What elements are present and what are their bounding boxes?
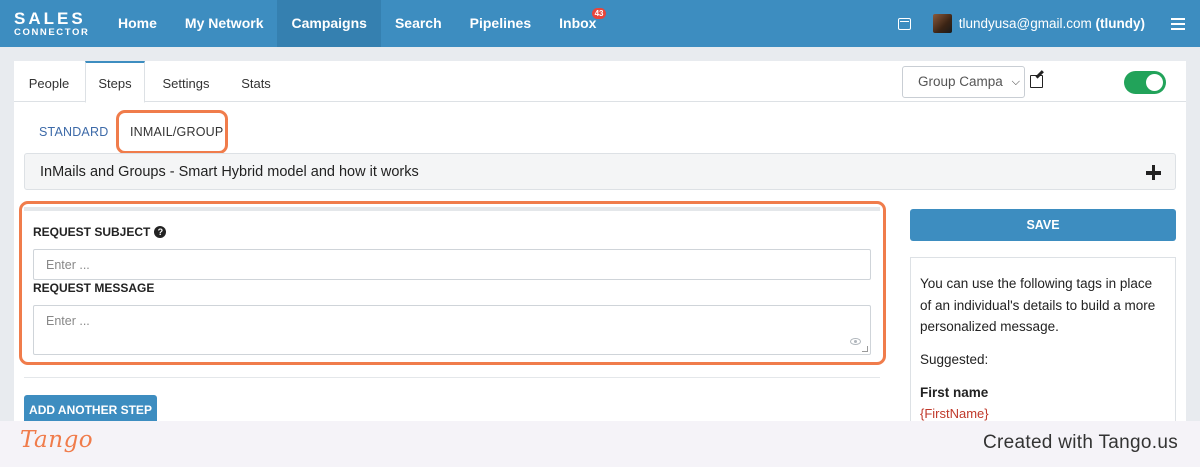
edit-icon[interactable] xyxy=(1030,75,1043,88)
plus-icon[interactable] xyxy=(1146,165,1161,180)
nav-inbox-label: Inbox xyxy=(559,15,597,31)
add-another-step-button[interactable]: ADD ANOTHER STEP xyxy=(24,395,157,421)
tango-logo: Tango xyxy=(20,427,94,453)
tab-people[interactable]: People xyxy=(14,61,84,102)
nav-inbox[interactable]: Inbox 43 xyxy=(545,0,610,47)
tab-settings[interactable]: Settings xyxy=(150,61,222,102)
tag-first-name-label: First name xyxy=(920,384,989,400)
tags-suggested-heading: Suggested: xyxy=(920,351,989,367)
sales-connector-logo[interactable]: SALES CONNECTOR xyxy=(14,10,89,38)
subtab-standard[interactable]: STANDARD xyxy=(39,125,108,139)
user-email: tlundyusa@gmail.com xyxy=(958,16,1092,31)
tags-intro: You can use the following tags in place … xyxy=(920,276,1156,334)
avatar[interactable] xyxy=(932,14,952,33)
tab-stats[interactable]: Stats xyxy=(228,61,284,102)
tags-help-panel: You can use the following tags in place … xyxy=(910,257,1176,421)
nav-my-network[interactable]: My Network xyxy=(171,0,278,47)
highlight-inmail-tab xyxy=(116,110,228,154)
hamburger-menu-icon[interactable] xyxy=(1171,17,1185,30)
accordion-title: InMails and Groups - Smart Hybrid model … xyxy=(40,164,419,180)
created-with-tango: Created with Tango.us xyxy=(982,432,1178,453)
main-nav: Home My Network Campaigns Search Pipelin… xyxy=(104,0,610,47)
logo-line-2: CONNECTOR xyxy=(14,27,90,38)
calendar-icon[interactable] xyxy=(897,17,911,30)
campaign-select[interactable]: Group Campa ⌵ xyxy=(902,66,1025,98)
tab-steps[interactable]: Steps xyxy=(85,61,145,103)
nav-right: tlundyusa@gmail.com (tlundy) xyxy=(897,0,1200,47)
campaign-select-value: Group Campa xyxy=(918,74,1003,89)
nav-home[interactable]: Home xyxy=(104,0,171,47)
accordion-smart-hybrid[interactable]: InMails and Groups - Smart Hybrid model … xyxy=(24,153,1176,190)
tango-footer: Tango Created with Tango.us xyxy=(0,421,1200,467)
campaign-panel: People Steps Settings Stats Group Campa … xyxy=(14,61,1186,421)
campaign-active-toggle[interactable] xyxy=(1124,71,1166,94)
save-button[interactable]: SAVE xyxy=(910,209,1176,241)
nav-search[interactable]: Search xyxy=(381,0,456,47)
toggle-knob xyxy=(1146,74,1163,91)
user-account[interactable]: tlundyusa@gmail.com (tlundy) xyxy=(959,16,1145,31)
top-navbar: SALES CONNECTOR Home My Network Campaign… xyxy=(0,0,1200,47)
logo-line-1: SALES xyxy=(14,9,86,28)
inbox-count-badge: 43 xyxy=(591,8,607,19)
nav-pipelines[interactable]: Pipelines xyxy=(456,0,545,47)
user-handle: (tlundy) xyxy=(1095,16,1146,31)
tag-first-name-value[interactable]: {FirstName} xyxy=(920,406,1166,421)
chevron-down-icon: ⌵ xyxy=(1009,67,1020,97)
divider xyxy=(24,377,880,378)
highlight-step-card xyxy=(19,201,886,365)
nav-campaigns[interactable]: Campaigns xyxy=(277,0,381,47)
